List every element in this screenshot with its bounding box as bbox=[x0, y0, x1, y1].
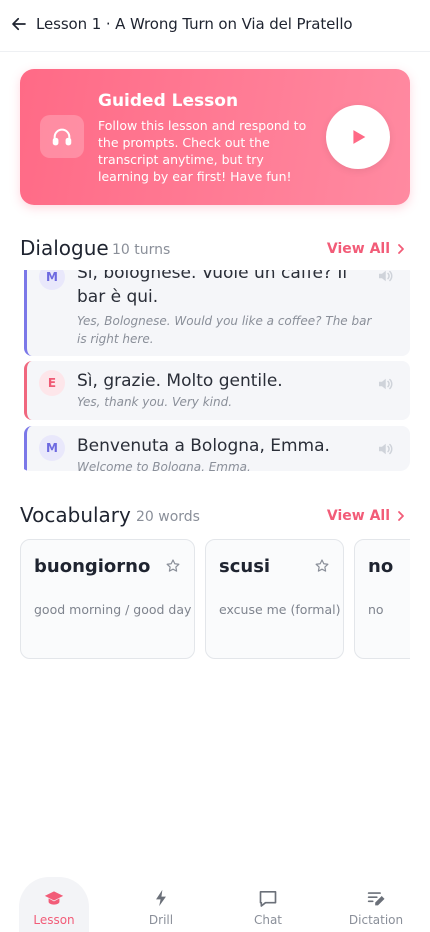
chevron-right-icon bbox=[398, 511, 404, 521]
guided-lesson-card[interactable]: Guided Lesson Follow this lesson and res… bbox=[20, 69, 410, 205]
tab-label: Drill bbox=[148, 913, 174, 927]
avatar: M bbox=[39, 435, 65, 461]
vocab-card[interactable]: scusi excuse me (formal) bbox=[205, 539, 344, 659]
vocab-word: no bbox=[368, 556, 394, 577]
turn-text: Sì, grazie. Molto gentile. bbox=[77, 371, 283, 391]
guided-lesson-description: Follow this lesson and respond to the pr… bbox=[98, 118, 307, 184]
vocabulary-carousel[interactable]: buongiorno good morning / good day scusi… bbox=[20, 539, 410, 659]
lightning-icon bbox=[151, 888, 171, 908]
turn-translation: Yes, Bolognese. Would you like a coffee?… bbox=[77, 314, 372, 346]
top-bar: Lesson 1 · A Wrong Turn on Via del Prate… bbox=[0, 0, 430, 52]
guided-lesson-title: Guided Lesson bbox=[98, 91, 239, 111]
avatar: E bbox=[39, 370, 65, 396]
dialogue-list[interactable]: M Sì, bolognese. Vuole un caffè? Il bar … bbox=[20, 270, 410, 471]
tab-drill[interactable]: Drill bbox=[126, 877, 196, 932]
dialogue-turn[interactable]: M Sì, bolognese. Vuole un caffè? Il bar … bbox=[24, 270, 410, 356]
dialogue-turn[interactable]: E Sì, grazie. Molto gentile. Yes, thank … bbox=[24, 361, 410, 420]
turn-translation: Welcome to Bologna, Emma. bbox=[77, 460, 251, 471]
dialogue-title: Dialogue bbox=[20, 236, 109, 260]
tab-dictation[interactable]: Dictation bbox=[341, 877, 411, 932]
star-icon[interactable] bbox=[314, 558, 330, 574]
vocab-meaning: no bbox=[368, 602, 384, 617]
tab-chat[interactable]: Chat bbox=[233, 877, 303, 932]
back-button[interactable] bbox=[9, 14, 29, 34]
star-icon[interactable] bbox=[165, 558, 181, 574]
dialogue-count: 10 turns bbox=[112, 242, 171, 258]
turn-text: Sì, bolognese. Vuole un caffè? Il bar è … bbox=[77, 270, 348, 307]
turn-translation: Yes, thank you. Very kind. bbox=[77, 395, 233, 409]
speaker-icon[interactable] bbox=[376, 375, 394, 393]
play-button[interactable] bbox=[326, 105, 390, 169]
view-all-label: View All bbox=[326, 241, 390, 257]
play-icon bbox=[353, 130, 366, 144]
headphones-icon bbox=[40, 115, 84, 158]
chat-bubble-icon bbox=[258, 888, 278, 908]
lesson-title: Lesson 1 · A Wrong Turn on Via del Prate… bbox=[36, 15, 353, 33]
chevron-right-icon bbox=[398, 244, 404, 254]
vocab-meaning: good morning / good day bbox=[34, 602, 192, 617]
speaker-icon[interactable] bbox=[376, 440, 394, 458]
graduation-cap-icon bbox=[44, 888, 64, 908]
vocab-card[interactable]: buongiorno good morning / good day bbox=[20, 539, 195, 659]
bottom-navigation: Lesson Drill Chat Dictation bbox=[0, 877, 430, 932]
avatar: M bbox=[39, 270, 65, 290]
turn-text: Benvenuta a Bologna, Emma. bbox=[77, 436, 330, 456]
vocabulary-view-all-link[interactable]: View All bbox=[327, 508, 406, 524]
vocabulary-header: Vocabulary 20 words View All bbox=[20, 503, 410, 531]
speaker-icon[interactable] bbox=[376, 270, 394, 285]
vocab-word: scusi bbox=[219, 556, 271, 577]
vocab-meaning: excuse me (formal) bbox=[219, 602, 341, 617]
dialogue-turn[interactable]: M Benvenuta a Bologna, Emma. Welcome to … bbox=[24, 426, 410, 471]
tab-label: Dictation bbox=[348, 913, 404, 927]
view-all-label: View All bbox=[326, 508, 390, 524]
dialogue-view-all-link[interactable]: View All bbox=[327, 241, 406, 257]
vocab-card[interactable]: no no bbox=[354, 539, 410, 659]
dialogue-header: Dialogue 10 turns View All bbox=[20, 236, 410, 264]
vocabulary-title: Vocabulary bbox=[20, 503, 131, 527]
tab-lesson[interactable]: Lesson bbox=[19, 877, 89, 932]
dictation-icon bbox=[366, 888, 386, 908]
arrow-left-icon bbox=[12, 17, 26, 31]
vocab-word: buongiorno bbox=[34, 556, 151, 577]
vocabulary-count: 20 words bbox=[136, 509, 200, 525]
tab-label: Lesson bbox=[33, 913, 75, 927]
tab-label: Chat bbox=[253, 913, 283, 927]
